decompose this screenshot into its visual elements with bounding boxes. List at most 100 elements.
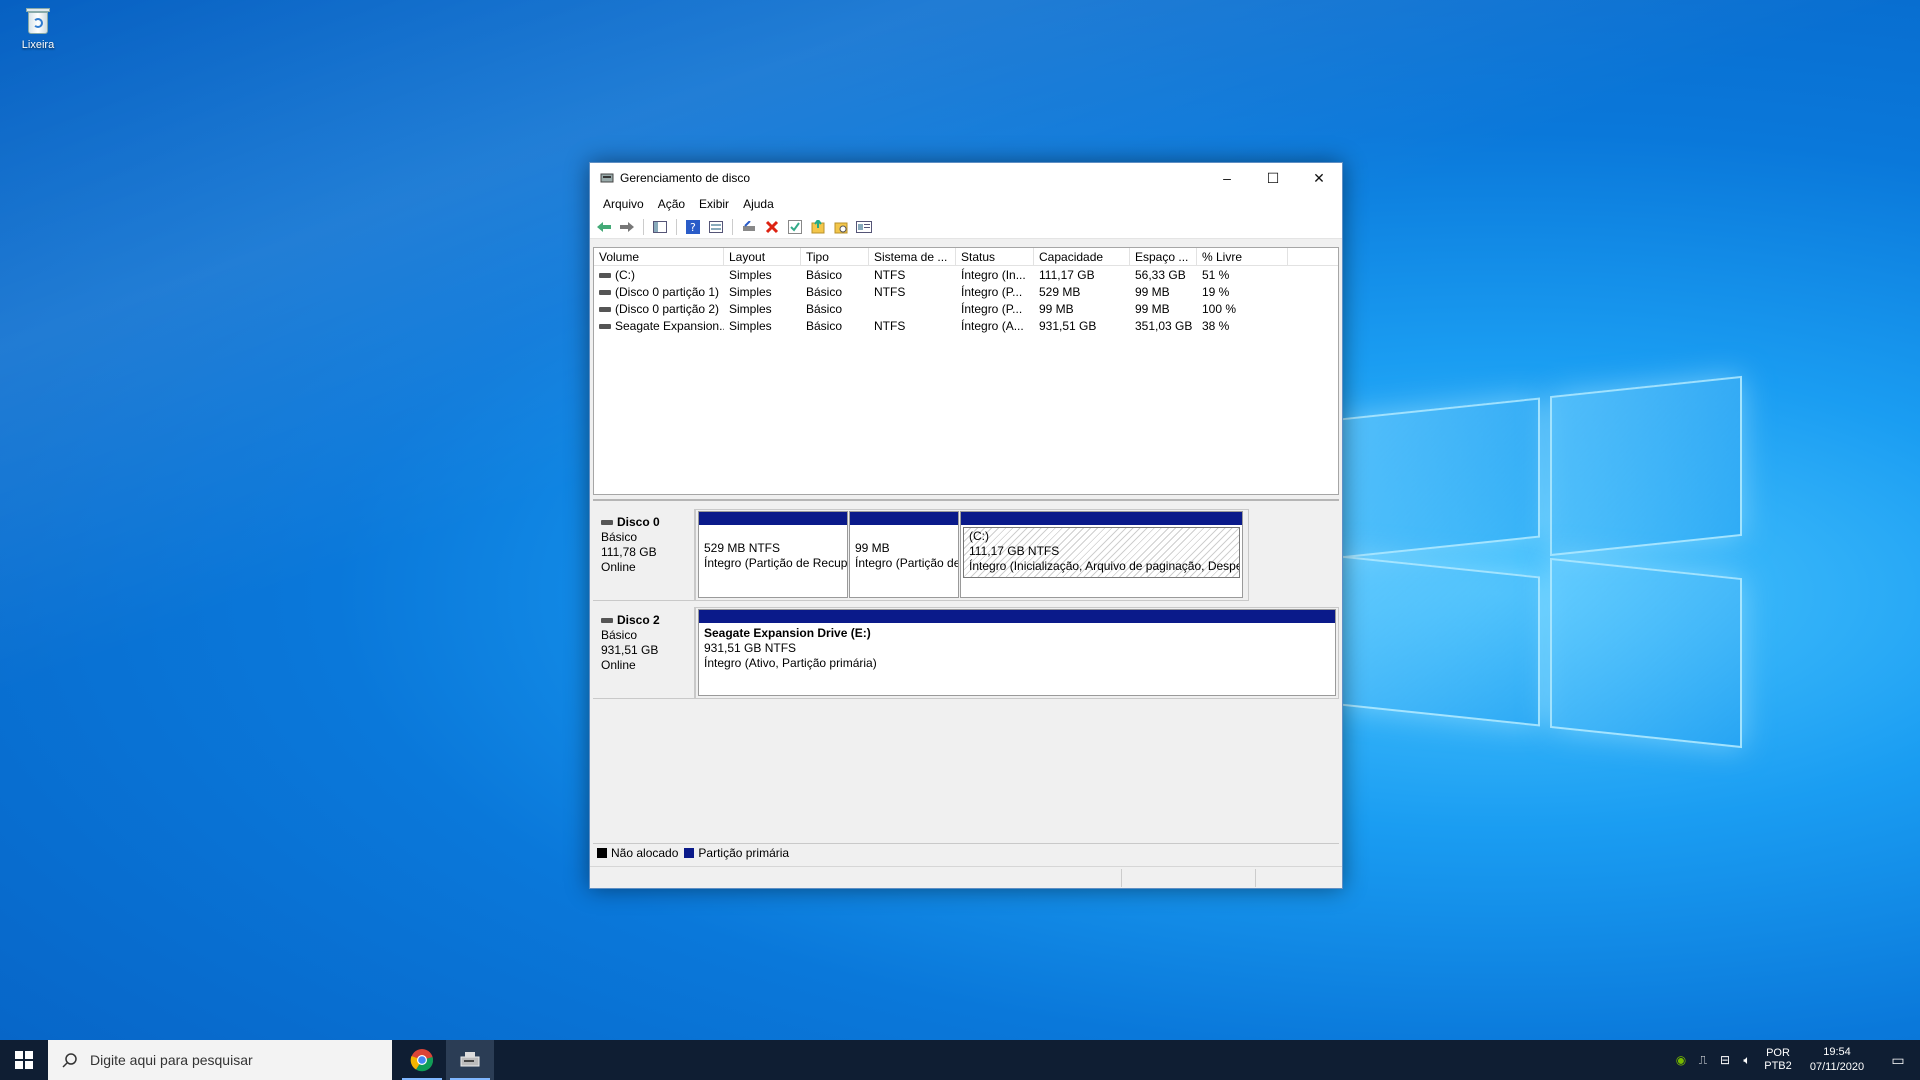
disk-row: Disco 0 Básico 111,78 GB Online 529 MB N… bbox=[593, 509, 1339, 601]
cell-volume: (Disco 0 partição 1) bbox=[615, 284, 720, 299]
cell-volume: Seagate Expansion... bbox=[615, 318, 724, 333]
taskbar-disk-management[interactable] bbox=[446, 1040, 494, 1080]
disk-management-icon bbox=[460, 1052, 480, 1067]
drive-icon bbox=[599, 306, 611, 312]
cell-espaco: 56,33 GB bbox=[1135, 267, 1186, 282]
maximize-button[interactable]: ☐ bbox=[1250, 163, 1296, 193]
volume-list[interactable]: Volume Layout Tipo Sistema de ... Status… bbox=[593, 247, 1339, 495]
cell-espaco: 99 MB bbox=[1135, 301, 1170, 316]
menu-ajuda[interactable]: Ajuda bbox=[736, 197, 781, 211]
cell-sistema: NTFS bbox=[874, 267, 906, 282]
usb-icon[interactable]: ⎍ bbox=[1692, 1053, 1714, 1068]
clock-date: 07/11/2020 bbox=[1809, 1061, 1865, 1073]
close-icon: ✕ bbox=[1313, 169, 1325, 186]
recycle-bin-label: Lixeira bbox=[21, 39, 55, 51]
column-header-layout[interactable]: Layout bbox=[724, 248, 801, 265]
network-icon[interactable]: ⊟ bbox=[1714, 1053, 1736, 1067]
cell-livre: 51 % bbox=[1202, 267, 1230, 282]
partition-status: Íntegro (Inicialização, Arquivo de pagin… bbox=[969, 559, 1239, 573]
new-folder-icon[interactable] bbox=[808, 217, 828, 237]
cell-volume: (Disco 0 partição 2) bbox=[615, 301, 720, 316]
partition-bar bbox=[699, 512, 847, 525]
check-icon[interactable] bbox=[785, 217, 805, 237]
properties-view-icon[interactable] bbox=[706, 217, 726, 237]
start-button[interactable] bbox=[0, 1040, 48, 1080]
column-header-status[interactable]: Status bbox=[956, 248, 1034, 265]
cell-capacidade: 111,17 GB bbox=[1039, 267, 1095, 282]
search-placeholder: Digite aqui para pesquisar bbox=[90, 1052, 253, 1068]
partition-size: 529 MB NTFS bbox=[704, 541, 781, 555]
column-header-sistema[interactable]: Sistema de ... bbox=[869, 248, 956, 265]
partition-status: Íntegro (Ativo, Partição primária) bbox=[704, 656, 877, 670]
disk-2-label[interactable]: Disco 2 Básico 931,51 GB Online bbox=[593, 607, 695, 699]
taskbar-search-box[interactable]: Digite aqui para pesquisar bbox=[48, 1040, 392, 1080]
cell-tipo: Básico bbox=[806, 301, 843, 316]
disk-name: Disco 0 bbox=[617, 515, 660, 529]
menu-arquivo[interactable]: Arquivo bbox=[596, 197, 651, 211]
desktop-icon-recycle-bin[interactable]: Lixeira bbox=[12, 6, 64, 51]
disk-0-partitions: 529 MB NTFS Íntegro (Partição de Recuper… bbox=[695, 509, 1249, 601]
table-row[interactable]: Seagate Expansion... Simples Básico NTFS… bbox=[594, 317, 1338, 334]
clock[interactable]: 19:54 07/11/2020 bbox=[1798, 1045, 1876, 1075]
disk-map-pane: Disco 0 Básico 111,78 GB Online 529 MB N… bbox=[593, 499, 1339, 860]
help-icon[interactable]: ? bbox=[683, 217, 703, 237]
cell-status: Íntegro (P... bbox=[961, 301, 1023, 316]
partition-size: 99 MB bbox=[855, 541, 890, 555]
delete-icon[interactable] bbox=[762, 217, 782, 237]
table-row[interactable]: (Disco 0 partição 2) Simples Básico Ínte… bbox=[594, 300, 1338, 317]
partition-title: Seagate Expansion Drive (E:) bbox=[704, 626, 871, 640]
partition-seagate[interactable]: Seagate Expansion Drive (E:) 931,51 GB N… bbox=[698, 609, 1336, 696]
status-divider bbox=[1121, 869, 1122, 887]
column-header-livre[interactable]: % Livre bbox=[1197, 248, 1288, 265]
toolbar: ? bbox=[590, 215, 1342, 239]
disk-row: Disco 2 Básico 931,51 GB Online Seagate … bbox=[593, 607, 1339, 699]
drive-icon bbox=[599, 272, 611, 278]
column-header-capacidade[interactable]: Capacidade bbox=[1034, 248, 1130, 265]
notification-center-icon[interactable]: ▭ bbox=[1876, 1052, 1920, 1069]
menu-exibir[interactable]: Exibir bbox=[692, 197, 736, 211]
folder-properties-icon[interactable] bbox=[831, 217, 851, 237]
column-header-tipo[interactable]: Tipo bbox=[801, 248, 869, 265]
window-title: Gerenciamento de disco bbox=[620, 171, 751, 185]
disk-name: Disco 2 bbox=[617, 613, 660, 627]
minimize-button[interactable]: – bbox=[1204, 163, 1250, 193]
show-hide-console-tree-icon[interactable] bbox=[650, 217, 670, 237]
disk-size: 111,78 GB bbox=[601, 545, 657, 559]
connect-disk-icon[interactable] bbox=[739, 217, 759, 237]
column-header-volume[interactable]: Volume bbox=[594, 248, 724, 265]
cell-tipo: Básico bbox=[806, 267, 843, 282]
cell-status: Íntegro (A... bbox=[961, 318, 1024, 333]
cell-espaco: 99 MB bbox=[1135, 284, 1170, 299]
column-header-espaco[interactable]: Espaço ... bbox=[1130, 248, 1197, 265]
close-button[interactable]: ✕ bbox=[1296, 163, 1342, 193]
cell-layout: Simples bbox=[729, 301, 772, 316]
disk-0-label[interactable]: Disco 0 Básico 111,78 GB Online bbox=[593, 509, 695, 601]
title-bar[interactable]: Gerenciamento de disco – ☐ ✕ bbox=[590, 163, 1342, 193]
taskbar-chrome[interactable] bbox=[398, 1040, 446, 1080]
legend-unallocated: Não alocado bbox=[597, 846, 678, 860]
cell-layout: Simples bbox=[729, 267, 772, 282]
table-row[interactable]: (Disco 0 partição 1) Simples Básico NTFS… bbox=[594, 283, 1338, 300]
options-icon[interactable] bbox=[854, 217, 874, 237]
partition-size: 111,17 GB NTFS bbox=[969, 544, 1060, 558]
partition-recovery[interactable]: 529 MB NTFS Íntegro (Partição de Recuper… bbox=[698, 511, 848, 598]
partition-c[interactable]: (C:) 111,17 GB NTFS Íntegro (Inicializaç… bbox=[960, 511, 1243, 598]
toolbar-separator bbox=[643, 218, 644, 235]
disk-2-partitions: Seagate Expansion Drive (E:) 931,51 GB N… bbox=[695, 607, 1339, 699]
cell-capacidade: 529 MB bbox=[1039, 284, 1081, 299]
cell-status: Íntegro (In... bbox=[961, 267, 1026, 282]
partition-efi[interactable]: 99 MB Íntegro (Partição de Sistema EFI) bbox=[849, 511, 959, 598]
system-tray: ◉ ⎍ ⊟ 🔈︎ POR PTB2 19:54 07/11/2020 ▭ bbox=[1670, 1040, 1920, 1080]
volume-icon[interactable]: 🔈︎ bbox=[1736, 1053, 1758, 1068]
toolbar-separator bbox=[732, 218, 733, 235]
toolbar-separator bbox=[676, 218, 677, 235]
menu-acao[interactable]: Ação bbox=[651, 197, 692, 211]
nvidia-icon[interactable]: ◉ bbox=[1670, 1053, 1692, 1067]
input-language[interactable]: POR PTB2 bbox=[1758, 1047, 1798, 1073]
disk-type: Básico bbox=[601, 628, 638, 642]
table-row[interactable]: (C:) Simples Básico NTFS Íntegro (In... … bbox=[594, 266, 1338, 283]
back-arrow-icon[interactable] bbox=[594, 217, 614, 237]
forward-arrow-icon[interactable] bbox=[617, 217, 637, 237]
partition-status: Íntegro (Partição de Recuperação) bbox=[704, 556, 847, 570]
cell-volume: (C:) bbox=[615, 267, 635, 282]
